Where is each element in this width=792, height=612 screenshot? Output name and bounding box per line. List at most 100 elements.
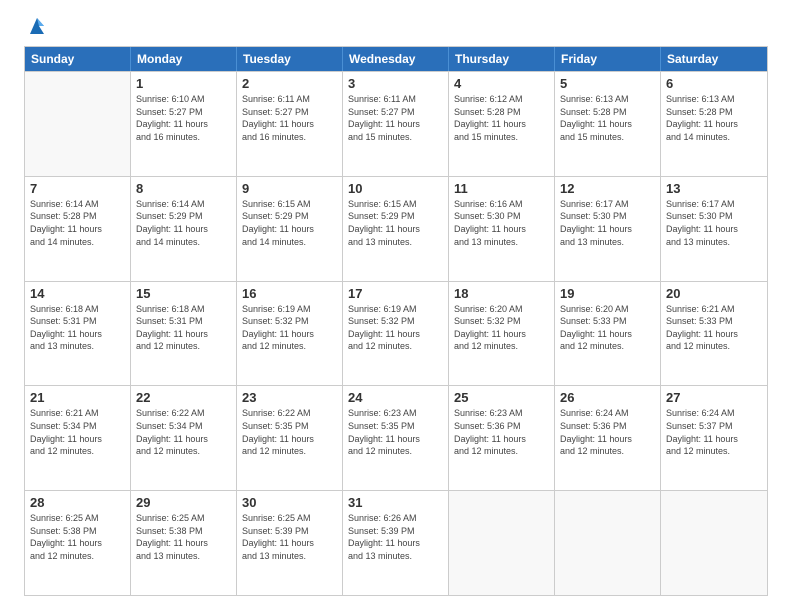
calendar-cell: 28Sunrise: 6:25 AM Sunset: 5:38 PM Dayli…: [25, 491, 131, 595]
day-number: 6: [666, 76, 762, 91]
calendar-cell: 20 Sunrise: 6:21 AM Sunset: 5:33 PM Dayli…: [661, 282, 767, 386]
cell-info: Sunrise: 6:13 AM Sunset: 5:28 PM Dayligh…: [666, 93, 762, 143]
day-number: 14: [30, 286, 125, 301]
page: SundayMondayTuesdayWednesdayThursdayFrid…: [0, 0, 792, 612]
weekday-header: Thursday: [449, 47, 555, 71]
day-number: 26: [560, 390, 655, 405]
day-number: 7: [30, 181, 125, 196]
calendar-cell: 27 Sunrise: 6:24 AM Sunset: 5:37 PM Dayli…: [661, 386, 767, 490]
weekday-header: Tuesday: [237, 47, 343, 71]
calendar-cell: 25 Sunrise: 6:23 AM Sunset: 5:36 PM Dayli…: [449, 386, 555, 490]
calendar-cell: 15 Sunrise: 6:18 AM Sunset: 5:31 PM Dayli…: [131, 282, 237, 386]
day-number: 31: [348, 495, 443, 510]
logo-icon: [26, 16, 48, 36]
cell-info: Sunrise: 6:18 AM Sunset: 5:31 PM Dayligh…: [136, 303, 231, 353]
calendar-cell: 18Sunrise: 6:20 AM Sunset: 5:32 PM Dayli…: [449, 282, 555, 386]
day-number: 16: [242, 286, 337, 301]
calendar-cell: 16 Sunrise: 6:19 AM Sunset: 5:32 PM Dayli…: [237, 282, 343, 386]
calendar-cell: 23 Sunrise: 6:22 AM Sunset: 5:35 PM Dayli…: [237, 386, 343, 490]
calendar-week: 28 Sunrise: 6:25 AM Sunset: 5:38 PM Dayli…: [25, 490, 767, 595]
calendar-cell: 11 Sunrise: 6:16 AM Sunset: 5:30 PM Dayli…: [449, 177, 555, 281]
calendar-body: 1Sunrise: 6:10 AM Sunset: 5:27 PM Daylig…: [25, 71, 767, 595]
calendar-cell: 6 Sunrise: 6:13 AM Sunset: 5:28 PM Daylig…: [661, 72, 767, 176]
day-number: 20: [666, 286, 762, 301]
day-number: 29: [136, 495, 231, 510]
cell-info: Sunrise: 6:22 AM Sunset: 5:34 PM Dayligh…: [136, 407, 231, 457]
calendar-week: 21Sunrise: 6:21 AM Sunset: 5:34 PM Dayli…: [25, 385, 767, 490]
day-number: 9: [242, 181, 337, 196]
calendar-week: 1Sunrise: 6:10 AM Sunset: 5:27 PM Daylig…: [25, 71, 767, 176]
calendar: SundayMondayTuesdayWednesdayThursdayFrid…: [24, 46, 768, 596]
cell-info: Sunrise: 6:20 AM Sunset: 5:33 PM Dayligh…: [560, 303, 655, 353]
cell-info: Sunrise: 6:15 AM Sunset: 5:29 PM Dayligh…: [348, 198, 443, 248]
day-number: 25: [454, 390, 549, 405]
day-number: 22: [136, 390, 231, 405]
calendar-cell: [25, 72, 131, 176]
day-number: 4: [454, 76, 549, 91]
cell-info: Sunrise: 6:20 AM Sunset: 5:32 PM Dayligh…: [454, 303, 549, 353]
calendar-cell: 14 Sunrise: 6:18 AM Sunset: 5:31 PM Dayli…: [25, 282, 131, 386]
calendar-cell: [449, 491, 555, 595]
calendar-cell: 21Sunrise: 6:21 AM Sunset: 5:34 PM Dayli…: [25, 386, 131, 490]
header: [24, 20, 768, 36]
day-number: 19: [560, 286, 655, 301]
calendar-cell: 9 Sunrise: 6:15 AM Sunset: 5:29 PM Daylig…: [237, 177, 343, 281]
calendar-cell: [555, 491, 661, 595]
day-number: 15: [136, 286, 231, 301]
weekday-header: Monday: [131, 47, 237, 71]
calendar-cell: 5 Sunrise: 6:13 AM Sunset: 5:28 PM Daylig…: [555, 72, 661, 176]
calendar-cell: 12Sunrise: 6:17 AM Sunset: 5:30 PM Dayli…: [555, 177, 661, 281]
day-number: 5: [560, 76, 655, 91]
day-number: 23: [242, 390, 337, 405]
calendar-cell: 22 Sunrise: 6:22 AM Sunset: 5:34 PM Dayli…: [131, 386, 237, 490]
day-number: 17: [348, 286, 443, 301]
calendar-cell: 13 Sunrise: 6:17 AM Sunset: 5:30 PM Dayli…: [661, 177, 767, 281]
cell-info: Sunrise: 6:19 AM Sunset: 5:32 PM Dayligh…: [242, 303, 337, 353]
calendar-cell: 24 Sunrise: 6:23 AM Sunset: 5:35 PM Dayli…: [343, 386, 449, 490]
cell-info: Sunrise: 6:23 AM Sunset: 5:36 PM Dayligh…: [454, 407, 549, 457]
cell-info: Sunrise: 6:25 AM Sunset: 5:39 PM Dayligh…: [242, 512, 337, 562]
calendar-cell: 26 Sunrise: 6:24 AM Sunset: 5:36 PM Dayli…: [555, 386, 661, 490]
calendar-header: SundayMondayTuesdayWednesdayThursdayFrid…: [25, 47, 767, 71]
calendar-cell: 4 Sunrise: 6:12 AM Sunset: 5:28 PM Daylig…: [449, 72, 555, 176]
calendar-week: 7 Sunrise: 6:14 AM Sunset: 5:28 PM Daylig…: [25, 176, 767, 281]
cell-info: Sunrise: 6:11 AM Sunset: 5:27 PM Dayligh…: [242, 93, 337, 143]
cell-info: Sunrise: 6:22 AM Sunset: 5:35 PM Dayligh…: [242, 407, 337, 457]
day-number: 27: [666, 390, 762, 405]
day-number: 11: [454, 181, 549, 196]
cell-info: Sunrise: 6:17 AM Sunset: 5:30 PM Dayligh…: [666, 198, 762, 248]
cell-info: Sunrise: 6:23 AM Sunset: 5:35 PM Dayligh…: [348, 407, 443, 457]
logo: [24, 20, 48, 36]
cell-info: Sunrise: 6:13 AM Sunset: 5:28 PM Dayligh…: [560, 93, 655, 143]
cell-info: Sunrise: 6:18 AM Sunset: 5:31 PM Dayligh…: [30, 303, 125, 353]
cell-info: Sunrise: 6:25 AM Sunset: 5:38 PM Dayligh…: [136, 512, 231, 562]
day-number: 2: [242, 76, 337, 91]
cell-info: Sunrise: 6:21 AM Sunset: 5:33 PM Dayligh…: [666, 303, 762, 353]
day-number: 8: [136, 181, 231, 196]
calendar-cell: 8Sunrise: 6:14 AM Sunset: 5:29 PM Daylig…: [131, 177, 237, 281]
calendar-week: 14 Sunrise: 6:18 AM Sunset: 5:31 PM Dayli…: [25, 281, 767, 386]
cell-info: Sunrise: 6:24 AM Sunset: 5:36 PM Dayligh…: [560, 407, 655, 457]
cell-info: Sunrise: 6:19 AM Sunset: 5:32 PM Dayligh…: [348, 303, 443, 353]
day-number: 13: [666, 181, 762, 196]
cell-info: Sunrise: 6:26 AM Sunset: 5:39 PM Dayligh…: [348, 512, 443, 562]
day-number: 1: [136, 76, 231, 91]
cell-info: Sunrise: 6:12 AM Sunset: 5:28 PM Dayligh…: [454, 93, 549, 143]
calendar-cell: 17 Sunrise: 6:19 AM Sunset: 5:32 PM Dayli…: [343, 282, 449, 386]
calendar-cell: 30 Sunrise: 6:25 AM Sunset: 5:39 PM Dayli…: [237, 491, 343, 595]
cell-info: Sunrise: 6:21 AM Sunset: 5:34 PM Dayligh…: [30, 407, 125, 457]
day-number: 30: [242, 495, 337, 510]
cell-info: Sunrise: 6:17 AM Sunset: 5:30 PM Dayligh…: [560, 198, 655, 248]
day-number: 28: [30, 495, 125, 510]
cell-info: Sunrise: 6:15 AM Sunset: 5:29 PM Dayligh…: [242, 198, 337, 248]
cell-info: Sunrise: 6:24 AM Sunset: 5:37 PM Dayligh…: [666, 407, 762, 457]
cell-info: Sunrise: 6:16 AM Sunset: 5:30 PM Dayligh…: [454, 198, 549, 248]
day-number: 3: [348, 76, 443, 91]
calendar-cell: 29 Sunrise: 6:25 AM Sunset: 5:38 PM Dayli…: [131, 491, 237, 595]
cell-info: Sunrise: 6:11 AM Sunset: 5:27 PM Dayligh…: [348, 93, 443, 143]
calendar-cell: 7 Sunrise: 6:14 AM Sunset: 5:28 PM Daylig…: [25, 177, 131, 281]
weekday-header: Friday: [555, 47, 661, 71]
weekday-header: Saturday: [661, 47, 767, 71]
day-number: 24: [348, 390, 443, 405]
cell-info: Sunrise: 6:14 AM Sunset: 5:28 PM Dayligh…: [30, 198, 125, 248]
